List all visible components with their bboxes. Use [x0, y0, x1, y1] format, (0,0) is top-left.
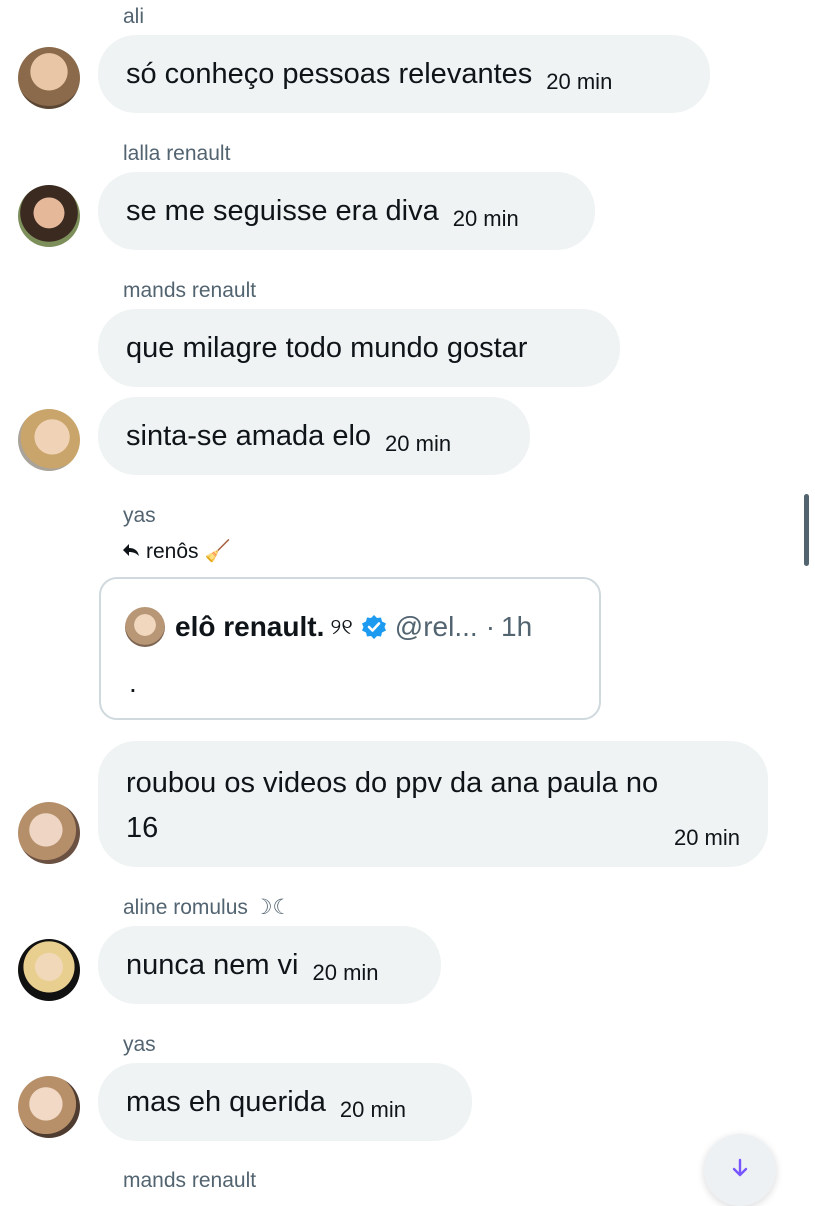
message-bubble[interactable]: sinta-se amada elo 20 min — [98, 397, 530, 475]
sender-name: mands renault — [123, 279, 257, 302]
message-time: 20 min — [385, 431, 452, 456]
sender-name: yas — [123, 504, 156, 527]
separator-dot: · — [485, 611, 496, 642]
message-bubble[interactable]: se me seguisse era diva 20 min — [98, 172, 595, 250]
message-text: só conheço pessoas relevantes — [126, 58, 533, 90]
avatar[interactable] — [18, 409, 80, 471]
scroll-to-bottom-button[interactable] — [704, 1134, 776, 1206]
message-time: 20 min — [312, 960, 379, 985]
avatar[interactable] — [18, 1076, 80, 1138]
message-text: mas eh querida — [126, 1086, 326, 1118]
message-bubble[interactable]: mas eh querida 20 min — [98, 1063, 472, 1141]
message-time: 20 min — [546, 69, 613, 94]
avatar[interactable] — [18, 802, 80, 864]
message-text: roubou os videos do ppv da ana paula no … — [126, 767, 659, 844]
message-time: 20 min — [452, 206, 519, 231]
arrow-down-icon — [728, 1156, 752, 1185]
message-text: se me seguisse era diva — [126, 195, 439, 227]
message-bubble[interactable]: nunca nem vi 20 min — [98, 926, 441, 1004]
reply-context[interactable]: renôs 🧹 — [122, 540, 231, 564]
sender-name: ali — [123, 5, 145, 28]
message-bubble[interactable]: que milagre todo mundo gostar — [98, 309, 620, 387]
quoted-author-name: elô renault. — [175, 611, 325, 642]
message-text: sinta-se amada elo — [126, 420, 372, 452]
verified-badge-icon — [361, 614, 387, 640]
quoted-author-emoji: ୨୧ — [330, 614, 353, 639]
broom-emoji: 🧹 — [204, 540, 231, 563]
quoted-time: 1h — [501, 611, 533, 642]
message-time: 20 min — [673, 825, 740, 850]
reply-arrow-icon — [122, 540, 140, 564]
avatar[interactable] — [18, 47, 80, 109]
quoted-post-card[interactable]: elô renault. ୨୧ @rel... · 1h . — [99, 577, 601, 720]
avatar[interactable] — [18, 939, 80, 1001]
message-text: que milagre todo mundo gostar — [126, 332, 528, 364]
message-bubble[interactable]: roubou os videos do ppv da ana paula no … — [98, 741, 768, 867]
sender-name: aline romulus ☽☾ — [123, 896, 292, 919]
avatar[interactable] — [18, 185, 80, 247]
sender-name: yas — [123, 1033, 156, 1056]
reply-label: renôs — [146, 540, 199, 563]
scrollbar[interactable] — [804, 494, 809, 566]
quoted-avatar — [125, 607, 165, 647]
quoted-handle: @rel... — [394, 611, 478, 642]
message-time: 20 min — [339, 1097, 406, 1122]
message-bubble[interactable]: só conheço pessoas relevantes 20 min — [98, 35, 710, 113]
sender-name: mands renault — [123, 1169, 257, 1192]
sender-name: lalla renault — [123, 142, 231, 165]
quoted-text: . — [129, 667, 137, 698]
message-text: nunca nem vi — [126, 949, 299, 981]
